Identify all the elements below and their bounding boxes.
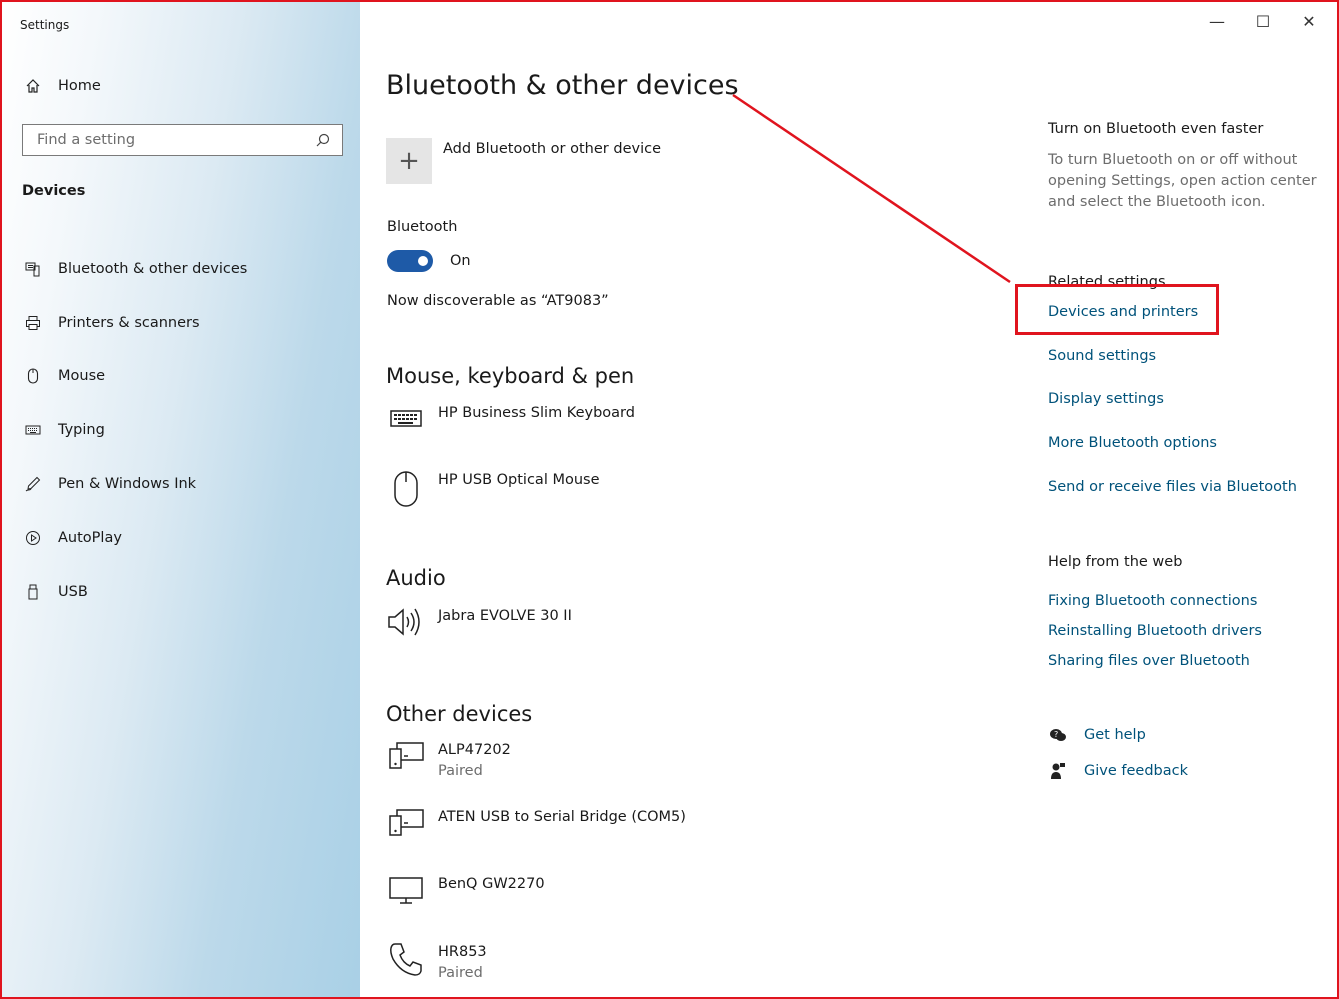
pen-icon: [22, 476, 44, 492]
sidebar-item-mouse[interactable]: Mouse: [22, 350, 247, 404]
keyboard-icon: [386, 401, 426, 441]
bluetooth-toggle[interactable]: [387, 250, 433, 272]
search-box[interactable]: [22, 124, 343, 156]
sidebar-item-pen[interactable]: Pen & Windows Ink: [22, 457, 247, 511]
device-item[interactable]: HR853 Paired: [386, 942, 487, 984]
section-title-audio: Audio: [386, 566, 446, 590]
page-title: Bluetooth & other devices: [386, 70, 739, 101]
get-help-label: Get help: [1084, 727, 1146, 743]
autoplay-icon: [22, 530, 44, 546]
speaker-icon: [386, 604, 426, 644]
usb-icon: [22, 584, 44, 600]
device-item[interactable]: HP Business Slim Keyboard: [386, 403, 635, 441]
discoverable-text: Now discoverable as “AT9083”: [387, 293, 609, 309]
bluetooth-toggle-state: On: [450, 253, 471, 269]
sidebar-item-label: Printers & scanners: [58, 314, 200, 331]
keyboard-icon: [22, 424, 44, 436]
sidebar-item-label: USB: [58, 583, 88, 600]
close-button[interactable]: ✕: [1299, 12, 1319, 31]
sidebar-home[interactable]: Home: [22, 78, 101, 94]
device-name: ALP47202: [438, 742, 511, 758]
link-send-receive-files[interactable]: Send or receive files via Bluetooth: [1048, 479, 1297, 495]
svg-text:?: ?: [1054, 730, 1058, 739]
feedback-icon: [1046, 762, 1070, 780]
annotation-highlight-box: [1015, 284, 1219, 335]
device-icon: [386, 738, 426, 778]
sidebar-item-label: Pen & Windows Ink: [58, 476, 197, 493]
plus-icon: +: [398, 146, 420, 176]
device-item[interactable]: HP USB Optical Mouse: [386, 470, 600, 508]
link-more-bluetooth-options[interactable]: More Bluetooth options: [1048, 435, 1217, 451]
sidebar-item-printers[interactable]: Printers & scanners: [22, 296, 247, 350]
sidebar-item-label: AutoPlay: [58, 529, 122, 546]
maximize-button[interactable]: ☐: [1253, 12, 1273, 31]
device-status: Paired: [438, 965, 483, 981]
device-item[interactable]: ALP47202 Paired: [386, 740, 511, 782]
search-input[interactable]: [35, 131, 312, 149]
window-title: Settings: [20, 18, 70, 32]
sidebar-item-label: Bluetooth & other devices: [58, 260, 248, 277]
faster-title: Turn on Bluetooth even faster: [1048, 121, 1264, 137]
sidebar-item-label: Typing: [58, 422, 105, 439]
link-sound-settings[interactable]: Sound settings: [1048, 348, 1156, 364]
section-title-mouse-keyboard: Mouse, keyboard & pen: [386, 364, 635, 388]
monitor-icon: [386, 872, 426, 912]
sidebar-nav: Bluetooth & other devices Printers & sca…: [22, 242, 247, 619]
device-status: Paired: [438, 763, 483, 779]
device-name: HP Business Slim Keyboard: [438, 405, 635, 421]
sidebar-item-usb[interactable]: USB: [22, 565, 247, 619]
printer-icon: [22, 315, 44, 331]
sidebar-home-label: Home: [58, 78, 101, 94]
minimize-button[interactable]: —: [1207, 12, 1227, 31]
device-name: Jabra EVOLVE 30 II: [438, 608, 572, 624]
link-fixing-bluetooth[interactable]: Fixing Bluetooth connections: [1048, 593, 1257, 609]
add-device-button[interactable]: +: [386, 138, 432, 184]
section-title-other-devices: Other devices: [386, 702, 533, 726]
faster-description: To turn Bluetooth on or off without open…: [1048, 152, 1317, 210]
link-reinstalling-drivers[interactable]: Reinstalling Bluetooth drivers: [1048, 623, 1262, 639]
get-help-icon: ?: [1046, 727, 1070, 743]
section-devices-label: Devices: [22, 183, 86, 199]
help-from-web-title: Help from the web: [1048, 554, 1183, 570]
device-name: HR853: [438, 944, 487, 960]
search-icon[interactable]: [312, 133, 334, 147]
mouse-icon: [386, 468, 426, 508]
device-name: BenQ GW2270: [438, 876, 545, 892]
get-help-link[interactable]: ? Get help: [1046, 727, 1146, 743]
bluetooth-devices-icon: [22, 261, 44, 277]
give-feedback-link[interactable]: Give feedback: [1046, 762, 1188, 780]
mouse-icon: [22, 368, 44, 385]
home-icon: [22, 78, 44, 94]
give-feedback-label: Give feedback: [1084, 763, 1188, 779]
sidebar: Settings Home Devices Bluetooth & other …: [2, 2, 360, 997]
device-icon: [386, 805, 426, 845]
phone-icon: [386, 940, 426, 980]
device-name: HP USB Optical Mouse: [438, 472, 600, 488]
add-device-label[interactable]: Add Bluetooth or other device: [443, 141, 661, 157]
device-item[interactable]: Jabra EVOLVE 30 II: [386, 606, 572, 644]
device-item[interactable]: ATEN USB to Serial Bridge (COM5): [386, 807, 686, 845]
sidebar-item-autoplay[interactable]: AutoPlay: [22, 511, 247, 565]
sidebar-item-label: Mouse: [58, 368, 106, 385]
link-sharing-files[interactable]: Sharing files over Bluetooth: [1048, 653, 1250, 669]
window-controls: — ☐ ✕: [1207, 12, 1319, 31]
sidebar-item-typing[interactable]: Typing: [22, 403, 247, 457]
bluetooth-label: Bluetooth: [387, 219, 458, 235]
device-name: ATEN USB to Serial Bridge (COM5): [438, 809, 686, 825]
device-item[interactable]: BenQ GW2270: [386, 874, 545, 912]
link-display-settings[interactable]: Display settings: [1048, 391, 1164, 407]
sidebar-item-bluetooth[interactable]: Bluetooth & other devices: [22, 242, 247, 296]
